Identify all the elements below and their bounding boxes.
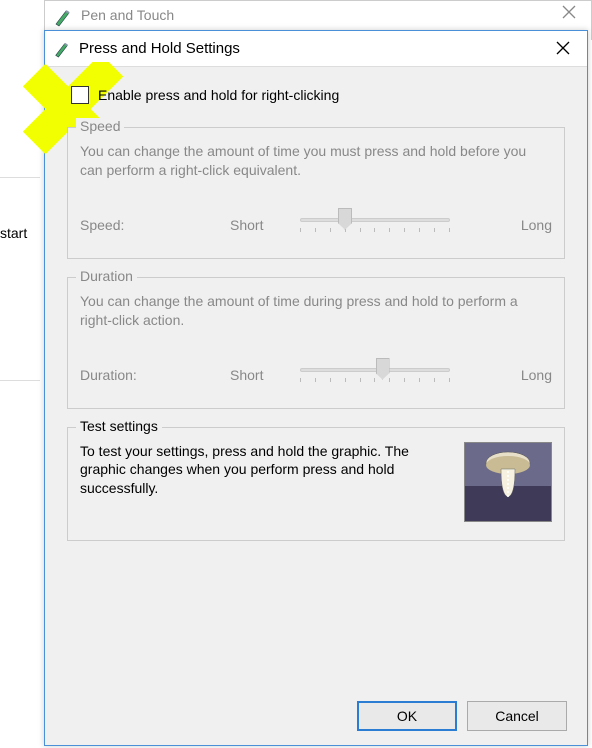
speed-legend: Speed — [76, 118, 124, 134]
duration-slider-thumb[interactable] — [376, 358, 390, 380]
enable-press-and-hold-checkbox[interactable] — [71, 86, 89, 104]
bg-text-fragment: start — [0, 225, 27, 241]
close-button[interactable] — [543, 33, 583, 63]
parent-close-button[interactable] — [553, 5, 585, 29]
mushroom-icon — [483, 449, 533, 499]
test-settings-description: To test your settings, press and hold th… — [80, 442, 450, 499]
duration-max-label: Long — [492, 367, 552, 383]
duration-slider[interactable] — [300, 360, 450, 390]
bg-separator — [0, 380, 40, 381]
test-graphic[interactable] — [464, 442, 552, 522]
duration-label: Duration: — [80, 367, 230, 383]
speed-slider-thumb[interactable] — [338, 208, 352, 230]
speed-label: Speed: — [80, 217, 230, 233]
press-and-hold-settings-dialog: Press and Hold Settings Enable press and… — [44, 30, 588, 746]
speed-group: Speed You can change the amount of time … — [67, 127, 565, 259]
test-settings-group: Test settings To test your settings, pre… — [67, 427, 565, 541]
duration-description: You can change the amount of time during… — [80, 292, 552, 330]
pen-icon — [53, 7, 73, 27]
bg-separator — [0, 177, 40, 178]
cancel-button[interactable]: Cancel — [467, 701, 567, 731]
speed-max-label: Long — [492, 217, 552, 233]
speed-slider[interactable] — [300, 210, 450, 240]
dialog-title: Press and Hold Settings — [79, 40, 240, 57]
speed-description: You can change the amount of time you mu… — [80, 142, 552, 180]
duration-min-label: Short — [230, 367, 290, 383]
duration-group: Duration You can change the amount of ti… — [67, 277, 565, 409]
dialog-titlebar: Press and Hold Settings — [45, 31, 587, 67]
speed-min-label: Short — [230, 217, 290, 233]
duration-legend: Duration — [76, 268, 137, 284]
parent-window-title: Pen and Touch — [81, 7, 174, 23]
ok-button[interactable]: OK — [357, 701, 457, 731]
pen-icon — [53, 40, 71, 58]
test-settings-legend: Test settings — [76, 418, 162, 434]
enable-press-and-hold-label[interactable]: Enable press and hold for right-clicking — [98, 87, 339, 103]
